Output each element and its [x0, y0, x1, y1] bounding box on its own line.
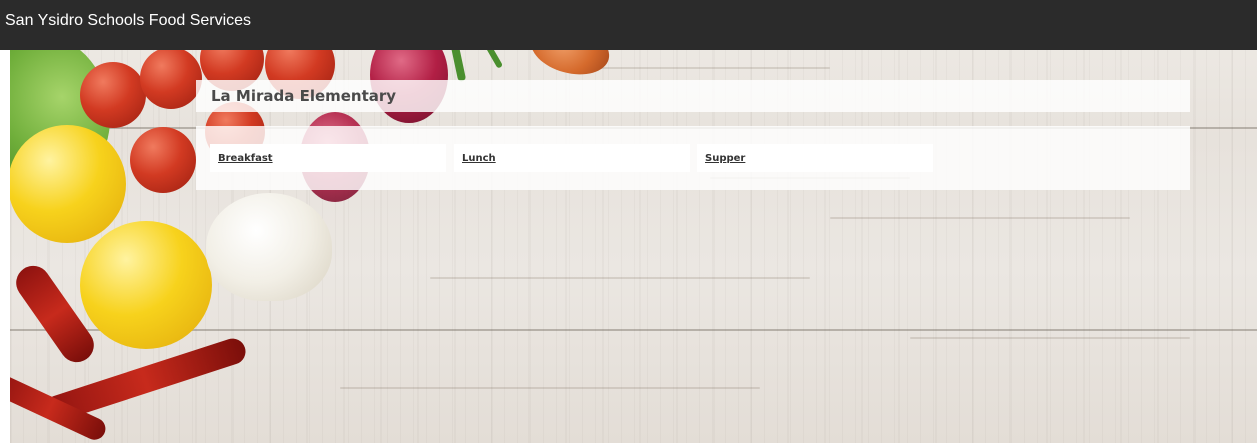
wood-grain: [910, 337, 1190, 339]
breakfast-link[interactable]: Breakfast: [218, 153, 273, 164]
wood-background-image: [10, 7, 1257, 443]
wood-grain: [340, 387, 760, 389]
site-title[interactable]: San Ysidro Schools Food Services: [5, 12, 251, 30]
supper-link[interactable]: Supper: [705, 153, 745, 164]
tomato-image: [80, 62, 146, 128]
page: San Ysidro Schools Food Services La Mira…: [0, 0, 1257, 443]
wood-grain: [430, 277, 810, 279]
tomato-image: [130, 127, 196, 193]
school-name: La Mirada Elementary: [211, 87, 397, 105]
meal-card-lunch[interactable]: Lunch: [454, 144, 690, 172]
tomato-image: [140, 47, 202, 109]
wood-grain: [570, 67, 830, 69]
meal-list: Breakfast Lunch Supper: [196, 126, 1190, 190]
site-header: San Ysidro Schools Food Services: [0, 0, 1257, 50]
lunch-link[interactable]: Lunch: [462, 153, 496, 164]
meal-card-breakfast[interactable]: Breakfast: [210, 144, 446, 172]
lemon-image: [10, 125, 126, 243]
school-header: La Mirada Elementary: [196, 80, 1190, 112]
garlic-image: [206, 193, 332, 301]
plank-seam: [10, 329, 1257, 331]
lemon-image: [80, 221, 212, 349]
wood-grain: [830, 217, 1130, 219]
meal-card-supper[interactable]: Supper: [697, 144, 933, 172]
